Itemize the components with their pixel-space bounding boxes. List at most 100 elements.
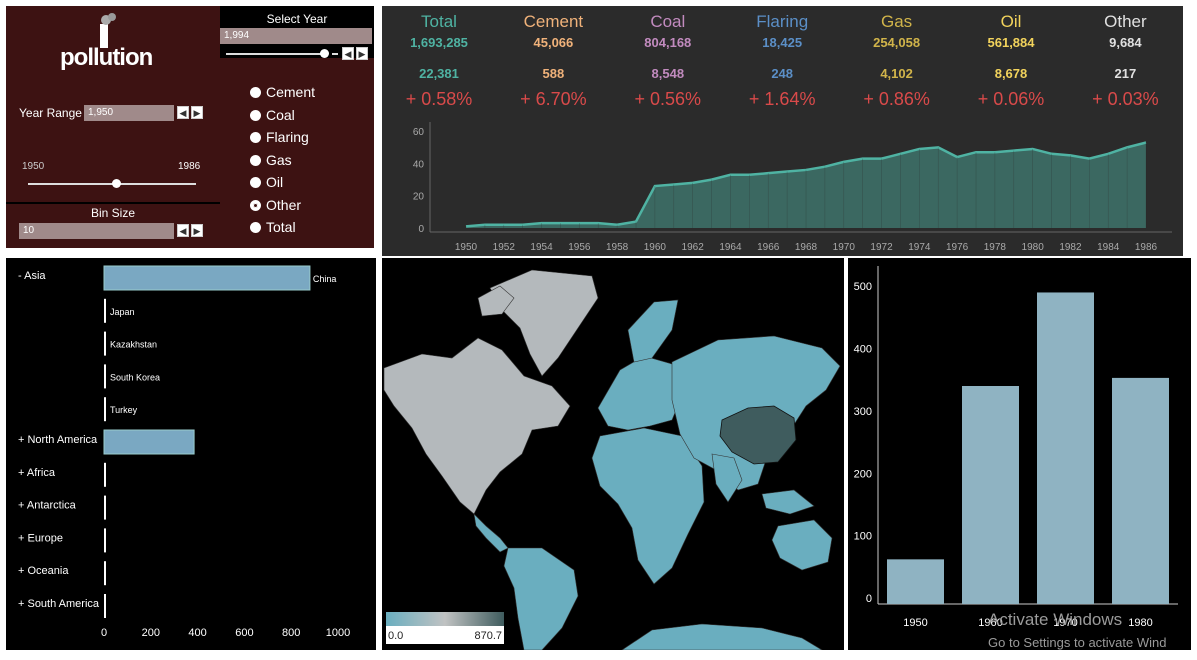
- area-x-tick: 1960: [644, 242, 667, 253]
- bar-label: Kazakhstan: [110, 340, 157, 350]
- map-europe: [597, 355, 683, 431]
- year-range-prev-button[interactable]: ◀: [177, 106, 189, 119]
- stat-percent-change: + 0.86%: [863, 89, 930, 109]
- year-range-slider-handle[interactable]: [112, 179, 121, 188]
- area-x-tick: 1978: [984, 242, 1007, 253]
- bar-x-tick: 800: [282, 627, 300, 639]
- stats-panel: Total 1,693,285 22,381 + 0.58% Cement 45,066 5…: [382, 6, 1183, 256]
- bar-mark: [104, 331, 106, 356]
- year-range-next-button[interactable]: ▶: [191, 106, 203, 119]
- bar-mark: [104, 594, 106, 618]
- stat-value: 45,066: [533, 35, 574, 50]
- map-antarctica: [621, 623, 824, 651]
- radio-cement[interactable]: Cement: [250, 82, 315, 102]
- map-south-america: [503, 547, 579, 651]
- activate-windows-subtitle: Go to Settings to activate Wind: [988, 635, 1167, 650]
- hist-x-tick: 1950: [903, 617, 927, 629]
- stat-column-total: Total 1,693,285 22,381 + 0.58%: [382, 12, 496, 110]
- bar-group-label: + South America: [18, 598, 100, 610]
- radio-dot[interactable]: [250, 109, 261, 121]
- stat-name: Gas: [881, 12, 913, 31]
- area-x-tick: 1984: [1097, 242, 1120, 253]
- bar-x-tick: 400: [188, 627, 206, 639]
- region-bar-chart: - Asia China Japan Kazakhstan South Korea Tur…: [18, 265, 350, 639]
- area-x-tick: 1964: [719, 242, 742, 253]
- stat-percent-change: + 0.58%: [405, 89, 473, 109]
- bar-label: China: [313, 274, 337, 284]
- app-logo: pollution: [60, 44, 153, 71]
- radio-coal[interactable]: Coal: [250, 105, 295, 125]
- radio-dot[interactable]: [250, 132, 261, 143]
- stat-delta: 22,381: [419, 66, 459, 81]
- year-range-input[interactable]: 1,950: [84, 105, 174, 121]
- select-year-slider-handle[interactable]: [320, 49, 329, 58]
- bar-group-label: - Asia: [18, 270, 46, 282]
- radio-label: Oil: [266, 174, 284, 190]
- bar-group-label: + Oceania: [18, 565, 69, 577]
- radio-label: Other: [266, 196, 302, 213]
- map-legend-max: 870.7: [474, 630, 502, 642]
- map-scandinavia: [627, 299, 679, 363]
- stat-name: Coal: [650, 12, 686, 31]
- radio-flaring[interactable]: Flaring: [250, 127, 309, 147]
- map-legend-gradient: [386, 612, 504, 626]
- bar-group-label: + Antarctica: [18, 500, 77, 512]
- stat-delta: 248: [771, 66, 794, 81]
- select-year-slider-track[interactable]: [226, 53, 326, 55]
- radio-label: Cement: [266, 84, 316, 100]
- stat-percent-change: + 0.06%: [977, 89, 1045, 109]
- radio-dot[interactable]: [250, 199, 261, 211]
- stat-percent-change: + 0.56%: [634, 89, 702, 109]
- select-year-input[interactable]: 1,994: [220, 28, 372, 44]
- hist-bar: [1112, 377, 1169, 604]
- stat-percent-change: + 0.03%: [1092, 89, 1159, 109]
- area-x-tick: 1972: [870, 242, 893, 253]
- stat-delta: 588: [542, 66, 565, 81]
- emissions-area-chart: 0 20 40 60 1950 1952 1954 1956 1958 1960 1962 1964 1…: [413, 122, 1172, 253]
- bar-x-tick: 200: [142, 627, 160, 639]
- world-map[interactable]: 0.0 870.7: [382, 258, 844, 651]
- stat-percent-change: + 1.64%: [748, 89, 816, 109]
- bar-label: Turkey: [110, 405, 138, 415]
- stat-column-cement: Cement 45,066 588 + 6.70%: [496, 12, 610, 110]
- radio-dot[interactable]: [250, 87, 261, 98]
- radio-label: Flaring: [266, 129, 309, 145]
- radio-dot[interactable]: [250, 154, 261, 166]
- bin-size-prev-button[interactable]: ◀: [177, 224, 189, 237]
- bar-mark: [104, 397, 106, 422]
- map-australia: [771, 519, 833, 571]
- world-map-panel: 0.0 870.7: [382, 258, 844, 651]
- radio-total[interactable]: Total: [250, 217, 296, 237]
- radio-dot[interactable]: [250, 222, 261, 233]
- stat-name: Other: [1104, 12, 1147, 31]
- area-x-tick: 1986: [1135, 242, 1158, 253]
- select-year-prev-button[interactable]: ◀: [342, 47, 354, 60]
- select-year-next-button[interactable]: ▶: [356, 47, 368, 60]
- hist-y-tick: 400: [854, 344, 872, 356]
- radio-dot[interactable]: [250, 177, 261, 188]
- stat-value: 561,884: [987, 35, 1035, 50]
- divider: [6, 202, 220, 204]
- map-central-america: [473, 513, 509, 553]
- radio-oil[interactable]: Oil: [250, 172, 283, 192]
- stat-name: Total: [421, 12, 457, 31]
- bin-size-next-button[interactable]: ▶: [191, 224, 203, 237]
- stat-value: 9,684: [1109, 35, 1142, 50]
- bar-mark: [103, 265, 311, 291]
- year-range-label: Year Range: [19, 106, 82, 120]
- bar-x-tick: 0: [101, 627, 107, 639]
- radio-gas[interactable]: Gas: [250, 150, 292, 170]
- stat-value: 1,693,285: [410, 35, 468, 50]
- stat-value: 804,168: [644, 35, 692, 50]
- radio-other[interactable]: Other: [250, 195, 301, 215]
- radio-label: Total: [266, 219, 296, 235]
- bar-mark: [104, 561, 106, 586]
- radio-label: Gas: [266, 151, 292, 168]
- bar-mark: [104, 298, 106, 323]
- bin-size-input[interactable]: 10: [19, 223, 174, 239]
- hist-bar: [887, 559, 944, 604]
- stat-column-coal: Coal 804,168 8,548 + 0.56%: [611, 12, 725, 110]
- map-africa: [591, 427, 705, 585]
- bar-label: South Korea: [110, 372, 160, 382]
- map-se-asia: [761, 489, 815, 515]
